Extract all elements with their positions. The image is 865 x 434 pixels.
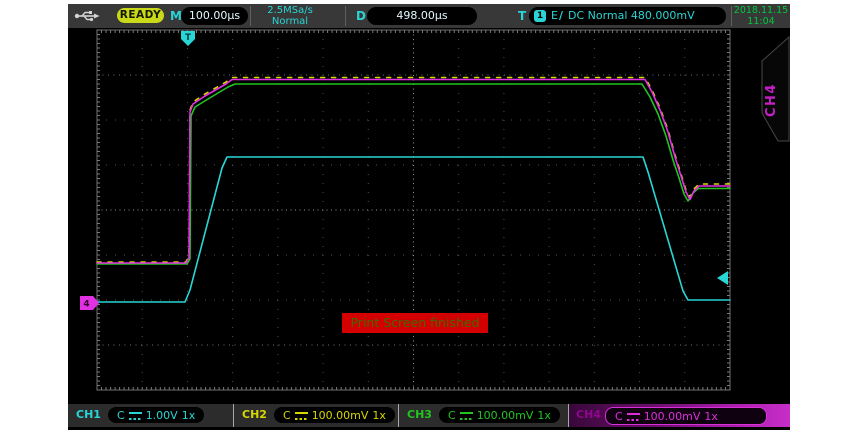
channel-info-box[interactable]: C 100.00mV 1x <box>439 407 560 423</box>
side-tab-label: CH4 <box>764 83 779 117</box>
trigger-level-marker[interactable] <box>717 271 728 285</box>
probe-value: 1x <box>182 409 196 422</box>
coupling-letter: C <box>615 410 623 423</box>
datetime: 2018.11.15 11:04 <box>732 5 790 27</box>
page: T4 READY M 100.00μs 2.5MSa/s Normal D <box>0 0 865 434</box>
trigger-position-marker[interactable]: T <box>181 31 195 46</box>
trigger-details: DC Normal 480.000mV <box>568 9 695 22</box>
channel-info-box[interactable]: C 100.00mV 1x <box>605 407 767 425</box>
time-value: 11:04 <box>732 16 790 27</box>
channel-label: CH3 <box>407 408 432 421</box>
coupling-letter: C <box>283 409 291 422</box>
topbar-separator <box>345 6 346 26</box>
ch4-zero-marker[interactable]: 4 <box>80 296 99 310</box>
scale-value: 100.00mV <box>312 409 369 422</box>
channel-label: CH1 <box>76 408 101 421</box>
trigger-type: E <box>551 9 558 22</box>
channel-section-ch3[interactable]: CH3 C 100.00mV 1x <box>399 404 568 427</box>
timebase-value[interactable]: 100.00μs <box>181 7 248 25</box>
status-badge: READY <box>117 8 164 23</box>
dc-coupling-icon <box>627 412 640 421</box>
channel-separator <box>568 404 569 427</box>
dc-coupling-icon <box>460 411 473 420</box>
probe-value: 1x <box>537 409 551 422</box>
channel-info-box[interactable]: C 1.00V 1x <box>108 407 204 423</box>
top-status-bar: READY M 100.00μs 2.5MSa/s Normal D 498.0… <box>68 4 790 28</box>
graticule: T4 <box>68 4 790 430</box>
trigger-label: T <box>518 8 526 24</box>
rising-edge-icon: ∕ <box>559 9 563 22</box>
channel-section-ch1[interactable]: CH1 C 1.00V 1x <box>68 404 233 427</box>
probe-value: 1x <box>704 410 718 423</box>
dc-coupling-icon <box>295 411 308 420</box>
probe-value: 1x <box>372 409 386 422</box>
coupling-letter: C <box>117 409 125 422</box>
delay-value[interactable]: 498.00μs <box>367 7 477 25</box>
usb-icon <box>74 9 100 23</box>
svg-text:4: 4 <box>83 300 89 310</box>
channel-label: CH4 <box>576 408 601 421</box>
date-value: 2018.11.15 <box>732 5 790 16</box>
scale-value: 1.00V <box>146 409 178 422</box>
channel-section-ch4-selected[interactable]: CH4 C 100.00mV 1x <box>569 404 790 427</box>
scale-value: 100.00mV <box>477 409 534 422</box>
channel-info-box[interactable]: C 100.00mV 1x <box>274 407 395 423</box>
sample-rate-value: 2.5MSa/s <box>254 5 326 16</box>
channel-separator <box>233 404 234 427</box>
coupling-letter: C <box>448 409 456 422</box>
dc-coupling-icon <box>129 411 142 420</box>
acquisition-mode: Normal <box>254 16 326 27</box>
message-toast: Print Screen finished <box>342 313 488 333</box>
channel-separator <box>398 404 399 427</box>
channel-section-ch2[interactable]: CH2 C 100.00mV 1x <box>234 404 398 427</box>
trigger-source-badge: 1 <box>534 10 546 22</box>
oscilloscope-screen: T4 READY M 100.00μs 2.5MSa/s Normal D <box>68 4 790 430</box>
scale-value: 100.00mV <box>644 410 701 423</box>
delay-label: D <box>356 8 366 24</box>
channel-status-bar: CH1 C 1.00V 1x CH2 C 100.00mV 1x <box>68 404 790 427</box>
side-tab-ch4[interactable]: CH4 <box>754 36 790 142</box>
acquisition-info: 2.5MSa/s Normal <box>254 5 326 27</box>
channel-label: CH2 <box>242 408 267 421</box>
topbar-separator <box>250 6 251 26</box>
trigger-settings[interactable]: 1 E ∕ DC Normal 480.000mV <box>529 7 726 25</box>
svg-text:T: T <box>185 33 191 43</box>
